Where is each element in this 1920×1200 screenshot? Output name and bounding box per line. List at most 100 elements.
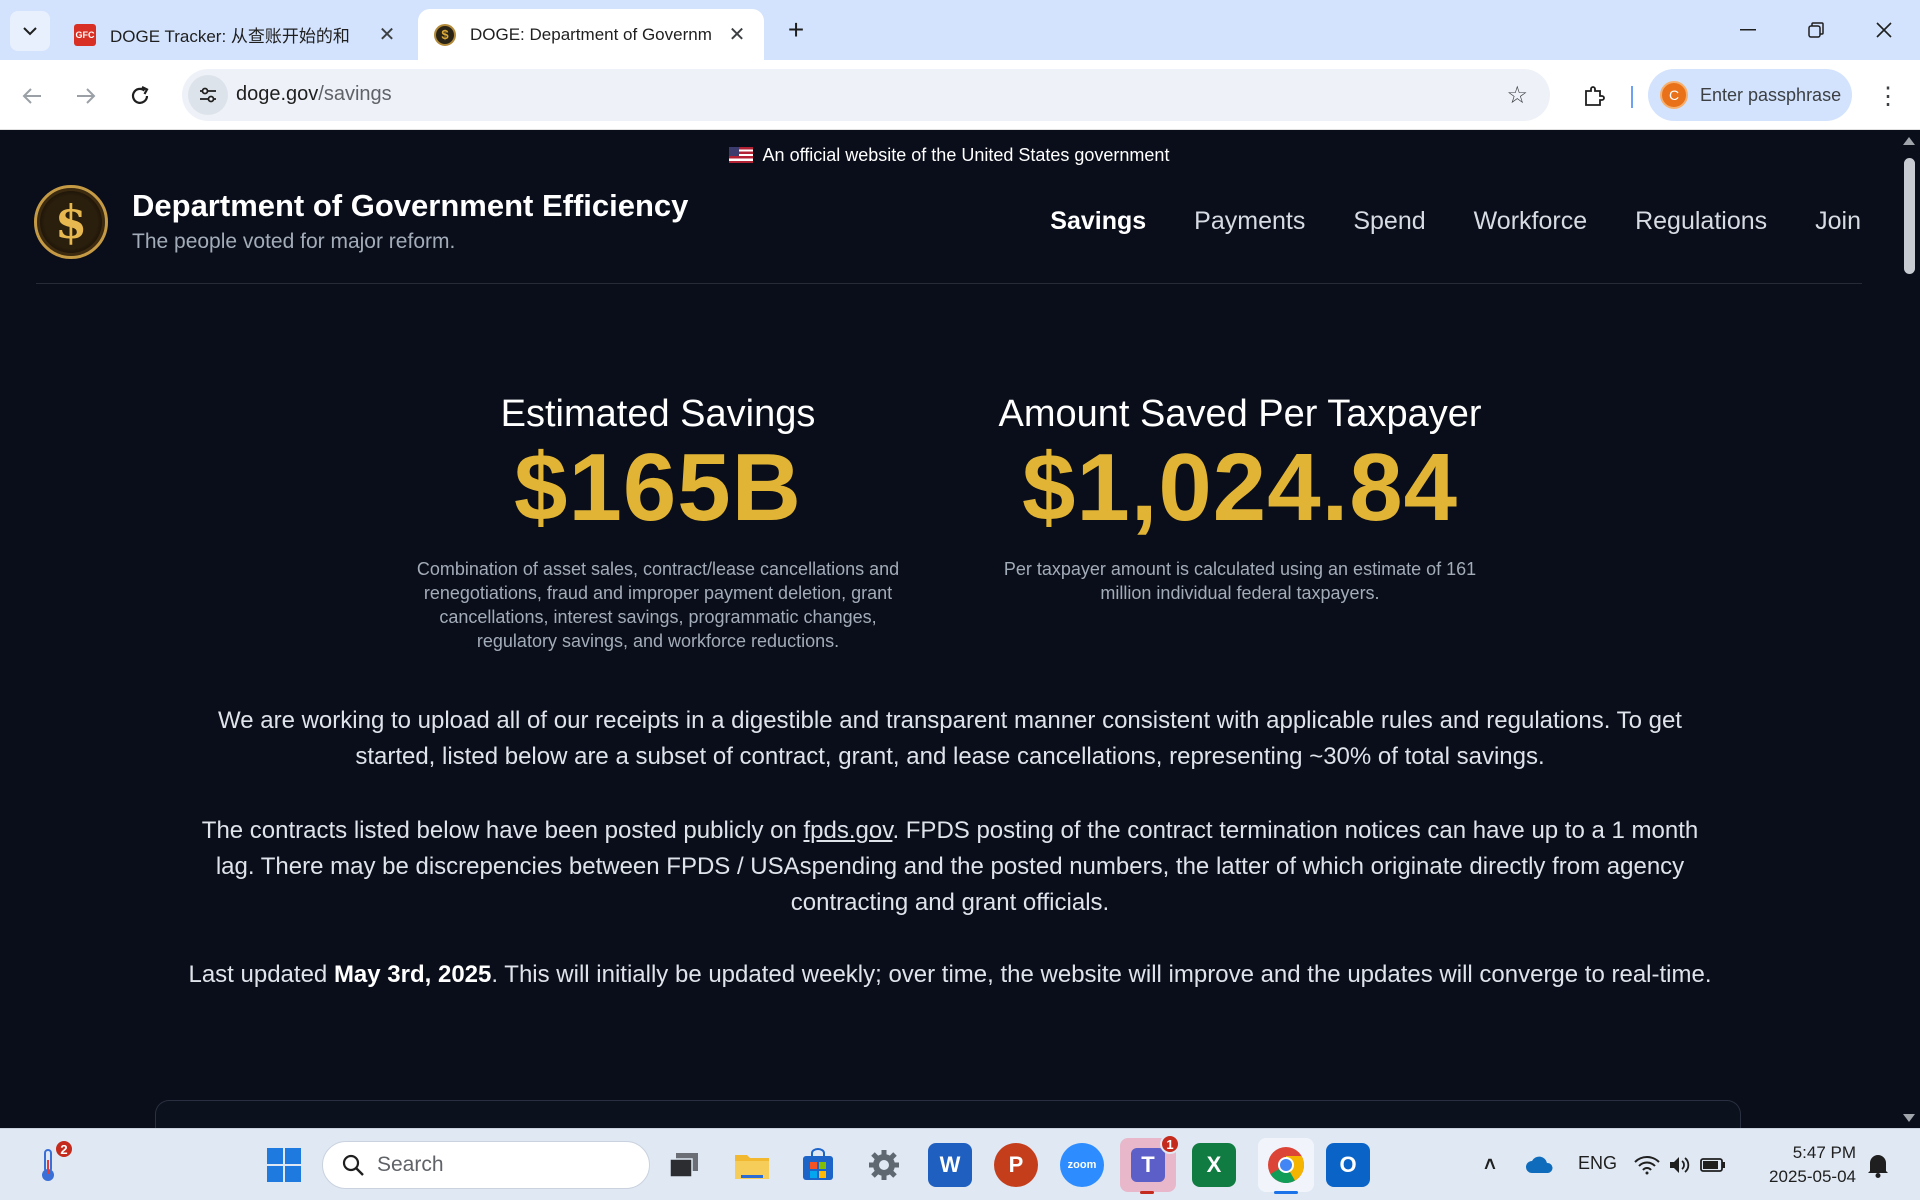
intro-paragraph-updated: Last updated May 3rd, 2025. This will in… bbox=[180, 957, 1720, 993]
nav-savings[interactable]: Savings bbox=[1050, 207, 1146, 236]
search-placeholder: Search bbox=[377, 1153, 444, 1176]
extensions-button[interactable] bbox=[1574, 76, 1614, 116]
minimize-icon bbox=[1740, 29, 1756, 31]
tab-doge-tracker[interactable]: GFC DOGE Tracker: 从查账开始的和 ✕ bbox=[58, 9, 414, 60]
language-indicator[interactable]: ENG bbox=[1578, 1153, 1617, 1174]
tune-icon bbox=[200, 87, 216, 103]
address-bar[interactable]: doge.gov/savings ☆ bbox=[182, 69, 1550, 121]
cloud-icon bbox=[1526, 1156, 1553, 1173]
file-explorer-button[interactable] bbox=[730, 1143, 774, 1187]
header-divider bbox=[36, 283, 1862, 284]
bookmark-star-icon[interactable]: ☆ bbox=[1506, 81, 1528, 110]
bell-icon bbox=[1868, 1155, 1888, 1178]
zoom-button[interactable]: zoom bbox=[1060, 1143, 1104, 1187]
profile-label: Enter passphrase bbox=[1700, 84, 1842, 105]
tab-doge-savings[interactable]: $ DOGE: Department of Governm ✕ bbox=[418, 9, 764, 60]
clock-time: 5:47 PM bbox=[1792, 1143, 1856, 1162]
gov-banner-text: An official website of the United States… bbox=[762, 145, 1170, 165]
onedrive-button[interactable] bbox=[1518, 1143, 1562, 1187]
settings-button[interactable] bbox=[862, 1143, 906, 1187]
close-icon[interactable]: ✕ bbox=[376, 22, 398, 47]
profile-button[interactable]: C Enter passphrase bbox=[1648, 69, 1852, 121]
url-path: /savings bbox=[318, 83, 392, 105]
scroll-thumb[interactable] bbox=[1904, 158, 1915, 274]
fpds-link[interactable]: fpds.gov bbox=[803, 817, 892, 844]
tab-search-button[interactable] bbox=[10, 11, 50, 51]
close-window-button[interactable] bbox=[1864, 12, 1904, 48]
teams-button[interactable]: T 1 bbox=[1120, 1134, 1180, 1192]
gov-banner: An official website of the United States… bbox=[0, 145, 1898, 166]
notifications-button[interactable] bbox=[1858, 1143, 1898, 1187]
intro-text: . This will initially be updated weekly;… bbox=[491, 961, 1712, 988]
url-host: doge.gov bbox=[236, 83, 319, 105]
teams-running-indicator bbox=[1140, 1191, 1154, 1194]
arrow-right-icon bbox=[77, 88, 96, 104]
chrome-button[interactable] bbox=[1258, 1138, 1314, 1192]
search-icon bbox=[342, 1154, 364, 1176]
quick-settings-button[interactable] bbox=[1632, 1143, 1728, 1187]
nav-payments[interactable]: Payments bbox=[1194, 207, 1305, 236]
taskbar-clock[interactable]: 5:47 PM 2025-05-04 bbox=[1738, 1141, 1856, 1189]
powerpoint-icon: P bbox=[1008, 1152, 1024, 1177]
nav-regulations[interactable]: Regulations bbox=[1635, 207, 1767, 236]
weather-widget[interactable]: 2 bbox=[26, 1139, 74, 1187]
show-hidden-icons-button[interactable]: ˄ bbox=[1468, 1143, 1512, 1187]
windows-taskbar: 2 Search W P zoom T 1 X O ˄ ENG 5:47 PM bbox=[0, 1128, 1920, 1200]
reload-button[interactable] bbox=[120, 76, 160, 116]
minimize-button[interactable] bbox=[1728, 12, 1768, 48]
store-button[interactable] bbox=[796, 1143, 840, 1187]
stat-label: Amount Saved Per Taxpayer bbox=[998, 393, 1482, 435]
task-view-button[interactable] bbox=[662, 1143, 706, 1187]
excel-button[interactable]: X bbox=[1192, 1143, 1236, 1187]
word-button[interactable]: W bbox=[928, 1143, 972, 1187]
page-scrollbar[interactable] bbox=[1898, 131, 1920, 1128]
page-viewport: An official website of the United States… bbox=[0, 131, 1898, 1128]
outlook-icon: O bbox=[1339, 1152, 1357, 1177]
nav-spend[interactable]: Spend bbox=[1353, 207, 1425, 236]
intro-paragraph-fpds: The contracts listed below have been pos… bbox=[180, 813, 1720, 921]
toolbar-divider bbox=[1631, 86, 1633, 108]
stat-label: Estimated Savings bbox=[500, 393, 816, 435]
doge-logo[interactable]: $ bbox=[34, 185, 108, 259]
browser-toolbar: doge.gov/savings ☆ C Enter passphrase ⋮ bbox=[0, 60, 1920, 130]
tab-title: DOGE Tracker: 从查账开始的和 bbox=[110, 27, 350, 46]
gear-icon bbox=[869, 1150, 899, 1180]
teams-icon: T bbox=[1131, 1148, 1165, 1182]
intro-text: The contracts listed below have been pos… bbox=[201, 817, 804, 844]
stat-value: $165B bbox=[514, 434, 802, 541]
last-updated-date: May 3rd, 2025 bbox=[333, 961, 492, 988]
chevron-up-icon: ˄ bbox=[1484, 1153, 1496, 1176]
outlook-button[interactable]: O bbox=[1326, 1143, 1370, 1187]
store-icon bbox=[803, 1148, 833, 1180]
per-taxpayer-stat: Amount Saved Per Taxpayer $1,024.84 Per … bbox=[980, 393, 1500, 605]
start-button[interactable] bbox=[262, 1143, 306, 1187]
forward-button[interactable] bbox=[66, 76, 106, 116]
restore-icon bbox=[1808, 22, 1824, 38]
close-icon[interactable]: ✕ bbox=[726, 22, 748, 47]
wifi-icon bbox=[1634, 1156, 1660, 1175]
scroll-up-icon[interactable] bbox=[1903, 137, 1915, 145]
site-tagline: The people voted for major reform. bbox=[132, 230, 456, 253]
word-icon: W bbox=[939, 1152, 961, 1177]
site-info-button[interactable] bbox=[188, 75, 228, 115]
new-tab-button[interactable]: + bbox=[780, 14, 812, 46]
estimated-savings-stat: Estimated Savings $165B Combination of a… bbox=[400, 393, 916, 653]
teams-badge: 1 bbox=[1160, 1134, 1180, 1154]
nav-join[interactable]: Join bbox=[1815, 207, 1861, 236]
tab-title: DOGE: Department of Governm bbox=[470, 24, 712, 44]
nav-workforce[interactable]: Workforce bbox=[1474, 207, 1587, 236]
back-button[interactable] bbox=[12, 76, 52, 116]
taskbar-search[interactable]: Search bbox=[322, 1141, 650, 1189]
chrome-icon bbox=[1268, 1147, 1305, 1184]
arrow-left-icon bbox=[22, 88, 41, 104]
restore-button[interactable] bbox=[1796, 12, 1836, 48]
intro-text: Last updated bbox=[188, 961, 334, 988]
powerpoint-button[interactable]: P bbox=[994, 1143, 1038, 1187]
more-menu-icon[interactable]: ⋮ bbox=[1868, 76, 1908, 116]
scroll-down-icon[interactable] bbox=[1903, 1114, 1915, 1122]
savings-table-panel bbox=[155, 1100, 1741, 1128]
stat-note: Combination of asset sales, contract/lea… bbox=[416, 558, 900, 651]
puzzle-icon bbox=[1585, 86, 1605, 106]
battery-icon bbox=[1700, 1158, 1725, 1172]
site-title[interactable]: Department of Government Efficiency bbox=[132, 188, 688, 224]
